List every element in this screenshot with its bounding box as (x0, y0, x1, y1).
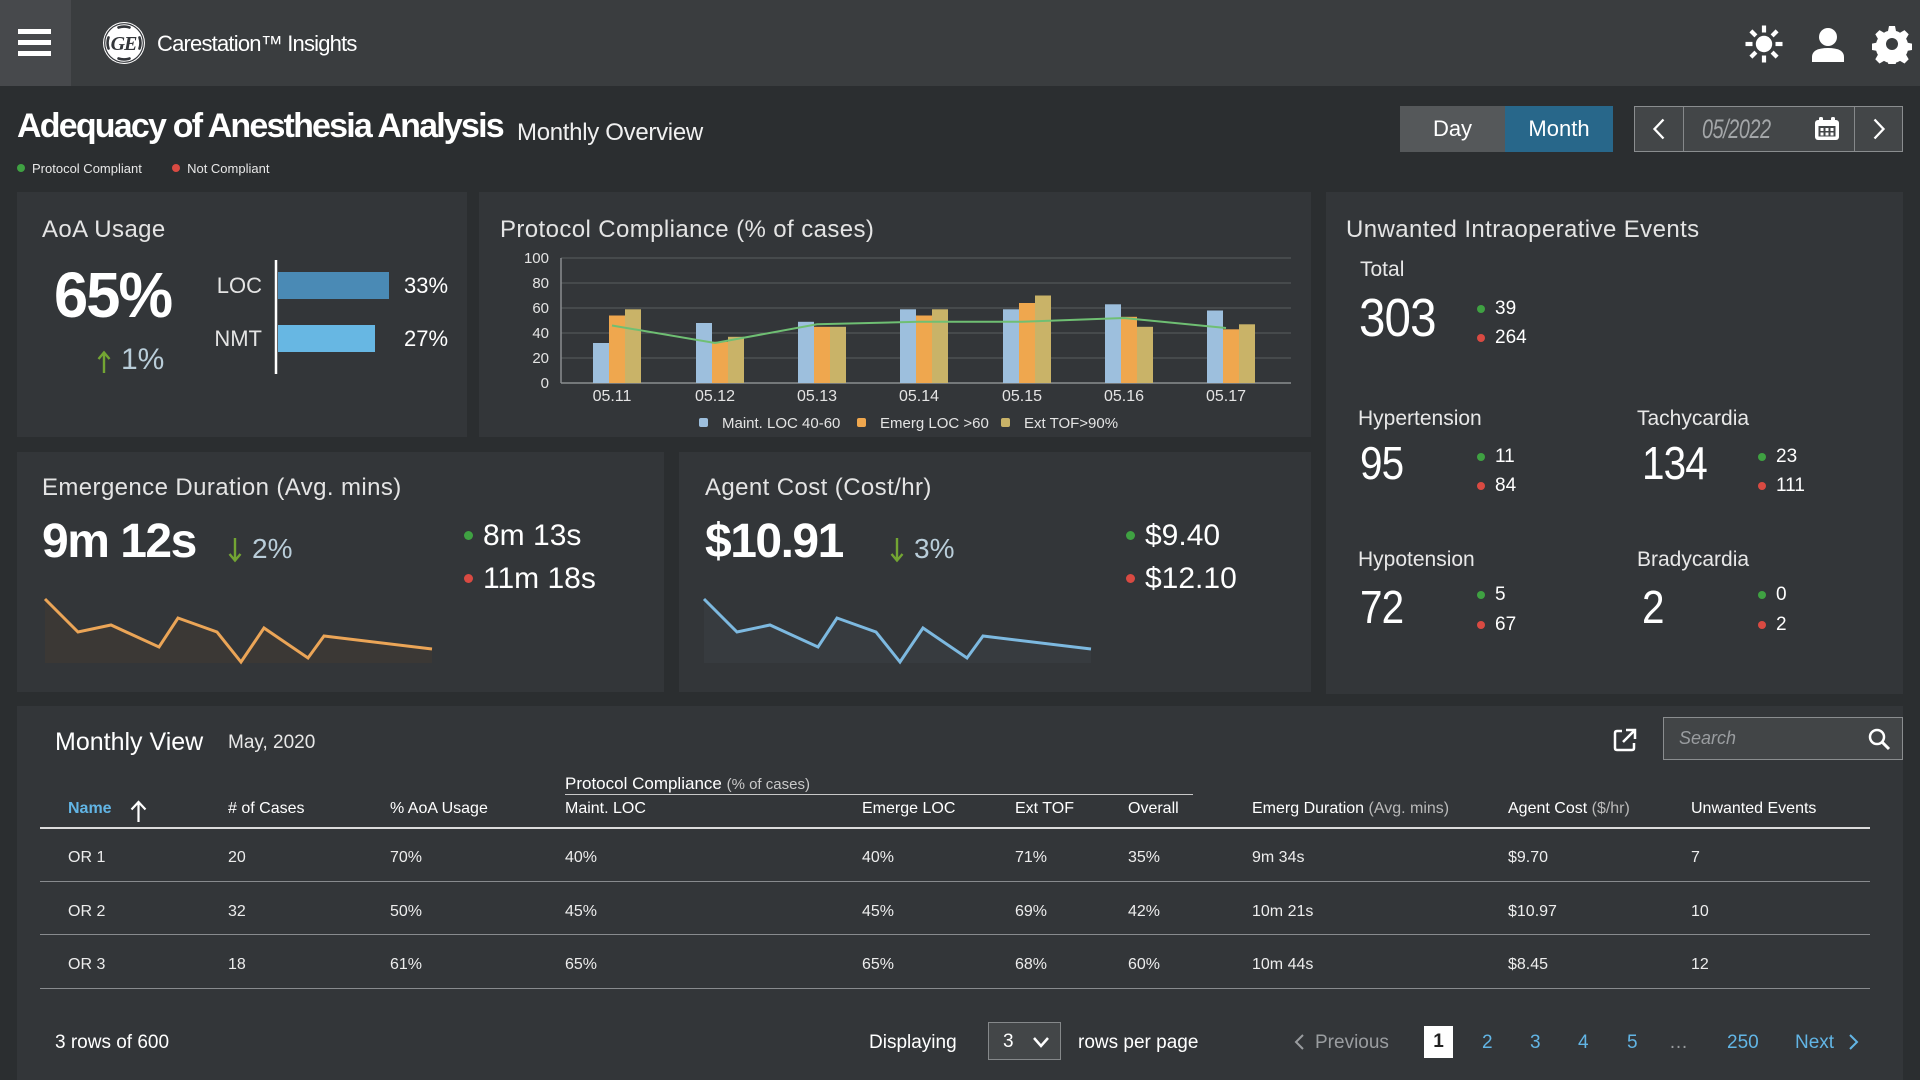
svg-text:05.15: 05.15 (1002, 388, 1042, 405)
svg-text:20: 20 (532, 350, 549, 367)
svg-text:Ext TOF>90%: Ext TOF>90% (1024, 415, 1118, 432)
svg-text:05.16: 05.16 (1104, 388, 1144, 405)
svg-text:100: 100 (524, 250, 549, 267)
svg-text:40: 40 (532, 325, 549, 342)
svg-text:Maint. LOC 40-60: Maint. LOC 40-60 (722, 415, 840, 432)
svg-text:05.14: 05.14 (899, 388, 939, 405)
svg-text:Emerg LOC >60: Emerg LOC >60 (880, 415, 989, 432)
svg-text:05.17: 05.17 (1206, 388, 1246, 405)
svg-text:05.13: 05.13 (797, 388, 837, 405)
svg-text:0: 0 (541, 375, 549, 392)
svg-text:60: 60 (532, 300, 549, 317)
svg-text:GE: GE (111, 33, 137, 55)
svg-text:05.12: 05.12 (695, 388, 735, 405)
svg-text:80: 80 (532, 275, 549, 292)
svg-text:05.11: 05.11 (593, 388, 632, 405)
